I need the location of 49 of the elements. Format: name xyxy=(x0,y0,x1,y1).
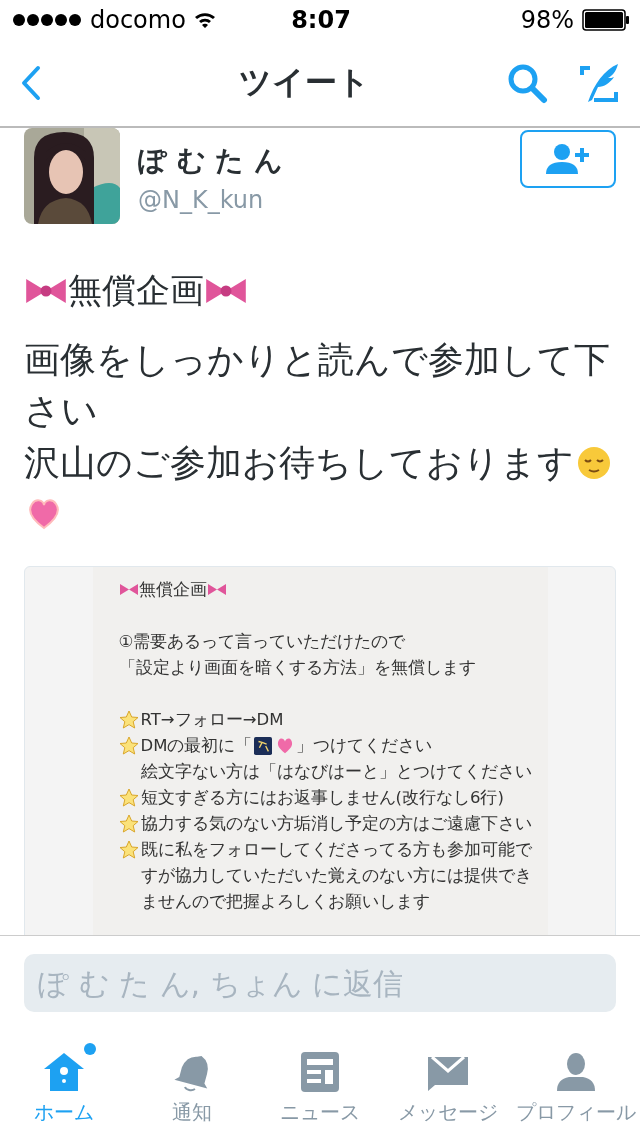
star-icon xyxy=(118,839,139,860)
note-text: DMの最初に「 xyxy=(140,734,253,757)
note-text: 協力する気のない方垢消し予定の方はご遠慮下さい xyxy=(140,812,532,835)
note-text: 既に私をフォローしてくださってる方も参加可能で xyxy=(140,838,532,861)
tweet-text: 画像をしっかりと読んで参加して下さい xyxy=(24,339,610,432)
screen-title: ツイート xyxy=(237,62,371,103)
mail-icon xyxy=(427,1055,469,1093)
ribbon-icon xyxy=(118,582,139,598)
star-icon xyxy=(118,709,139,730)
tab[interactable]: 通知 xyxy=(128,1040,256,1136)
note-text: RT→フォロー→DM xyxy=(140,708,284,731)
smiling-face-icon xyxy=(576,444,612,481)
tab[interactable]: ホーム xyxy=(0,1040,128,1136)
tab[interactable]: プロフィール xyxy=(512,1040,640,1136)
carrier-name: docomo xyxy=(90,6,186,34)
add-person-icon xyxy=(544,142,592,176)
note-text: 無償企画 xyxy=(138,578,207,601)
follow-button[interactable] xyxy=(520,130,616,188)
ribbon-icon xyxy=(206,582,227,598)
battery-icon xyxy=(582,9,630,31)
wifi-icon xyxy=(193,11,216,29)
search-icon[interactable] xyxy=(506,62,548,104)
author-handle[interactable]: @N_K_kun xyxy=(138,186,520,214)
note-text: ませんので把握よろしくお願いします xyxy=(140,890,430,913)
tab[interactable]: ニュース xyxy=(256,1040,384,1136)
tweet-title: 無償企画 xyxy=(68,269,204,312)
star-icon xyxy=(118,735,139,756)
note-text: ①需要あるって言っていただけたので xyxy=(118,630,406,653)
news-icon xyxy=(300,1051,340,1093)
tweet-text: 沢山のご参加お待ちしております xyxy=(24,441,574,483)
battery-percent: 98% xyxy=(520,6,574,34)
note-text: 」つけてください xyxy=(296,734,433,757)
fireworks-icon xyxy=(254,736,273,755)
back-icon[interactable] xyxy=(20,65,42,101)
note-text: すが協力していただいた覚えのない方には提供でき xyxy=(140,864,532,887)
note-text: 短文すぎる方にはお返事しません(改行なし6行) xyxy=(140,786,504,809)
attached-image[interactable] xyxy=(24,565,616,935)
star-icon xyxy=(118,787,139,808)
compose-icon[interactable] xyxy=(578,62,620,104)
reply-field[interactable]: ぽ む た ん, ちょん に返信 xyxy=(24,954,616,1012)
person-icon xyxy=(555,1051,597,1093)
author-name[interactable]: ぽ む た ん xyxy=(138,142,520,180)
tab[interactable]: メッセージ xyxy=(384,1040,512,1136)
clock-time: 8:07 xyxy=(291,6,351,34)
note-text: 「設定より画面を暗くする方法」を無償します xyxy=(118,656,476,679)
heart-icon xyxy=(276,736,295,755)
note-text: 絵文字ない方は「はなびはーと」とつけてください xyxy=(140,760,532,783)
signal-icon xyxy=(12,13,82,27)
star-icon xyxy=(118,813,139,834)
